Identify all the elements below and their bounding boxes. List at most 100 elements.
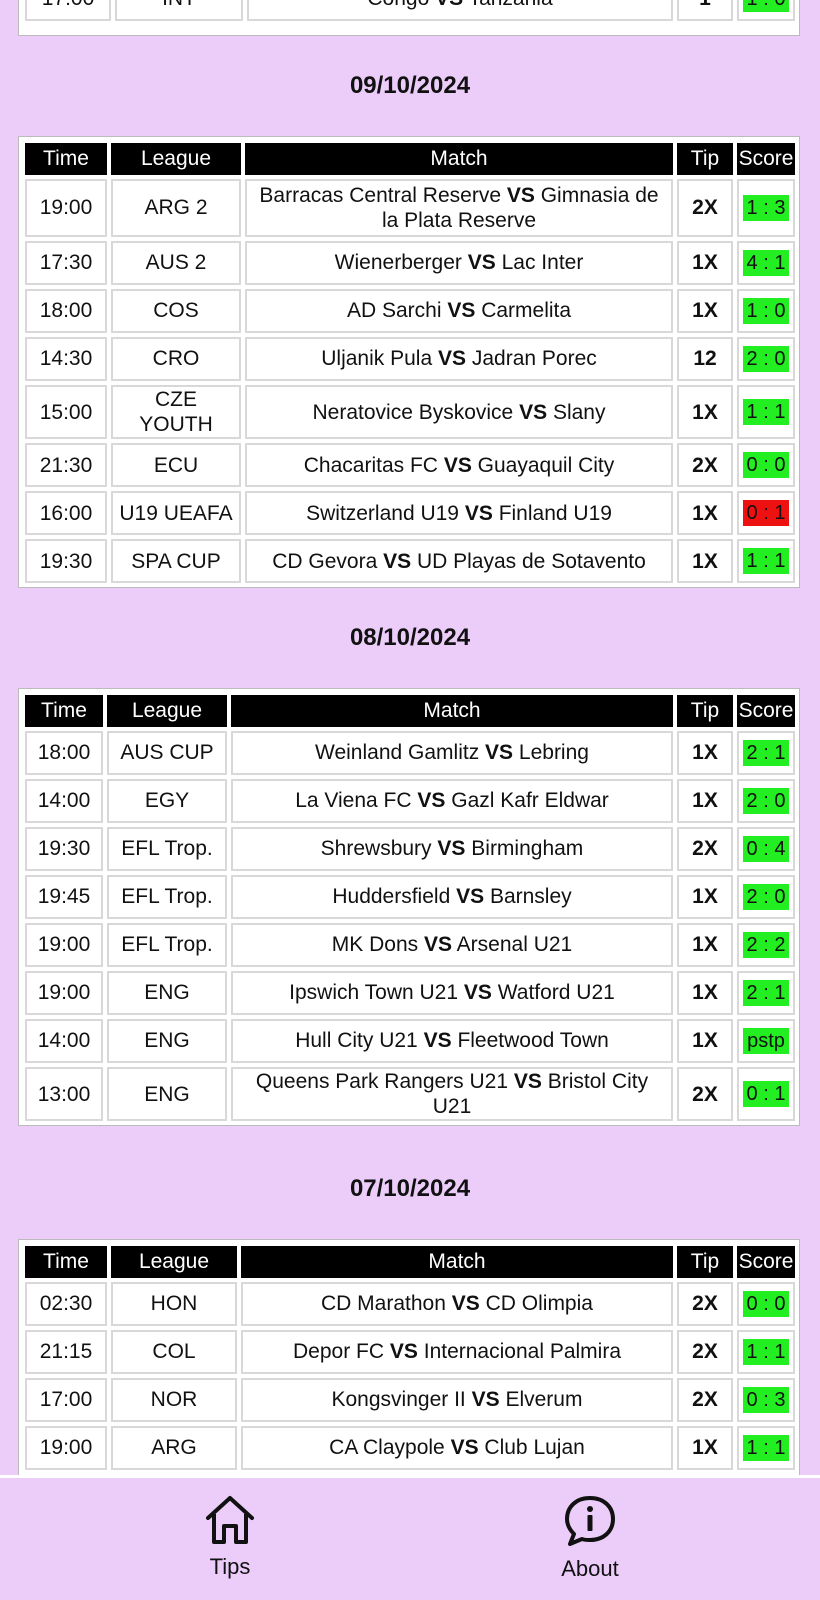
match-time: 14:00 [25,779,103,823]
match-tip: 1X [677,491,733,536]
tips-list[interactable]: 17:00INTCongo VS Tanzania11 : 0 09/10/20… [0,0,820,1475]
score-badge: 2 : 0 [742,788,790,814]
matches-table: 17:00INTCongo VS Tanzania11 : 0 [21,0,799,25]
match-time: 16:00 [25,491,107,536]
match-score: 0 : 0 [737,443,795,488]
match-league: EFL Trop. [107,923,227,967]
match-league: INT [115,0,243,21]
table-row: 19:00 EFL Trop. MK Dons VS Arsenal U21 1X 2 … [25,923,795,967]
nav-tips-button[interactable]: Tips [170,1494,290,1580]
match-time: 17:30 [25,241,107,285]
match-league: EFL Trop. [107,827,227,871]
match-teams: Congo VS Tanzania [247,0,673,21]
table-row: 17:00 NOR Kongsvinger II VS Elverum 2X 0 : 3 [25,1378,795,1422]
match-score: 1 : 0 [737,0,795,21]
score-badge: 2 : 1 [742,740,790,766]
match-league: ARG 2 [111,179,241,237]
vs-label: VS [447,299,476,323]
score-badge: 0 : 1 [742,1081,790,1108]
match-tip: 1X [677,385,733,440]
nav-about-label: About [561,1556,619,1581]
matches-table: Time League Match Tip Score 19:00 ARG 2 Barrac… [21,139,799,587]
score-badge: pstp [743,1028,789,1054]
match-teams: CD Marathon VS CD Olimpia [241,1282,673,1326]
score-badge: 1 : 0 [742,0,790,12]
score-badge: 1 : 1 [742,548,790,575]
away-team: UD Playas de Sotavento [416,549,646,573]
nav-tips-label: Tips [209,1554,251,1579]
match-league: NOR [111,1378,237,1422]
match-league: AUS 2 [111,241,241,285]
match-league: U19 UEAFA [111,491,241,536]
away-team: Club Lujan [484,1436,585,1460]
match-teams: Chacaritas FC VS Guayaquil City [245,443,673,488]
match-tip: 1X [677,1019,733,1063]
vs-label: VS [467,251,496,275]
match-teams: Ipswich Town U21 VS Watford U21 [231,971,673,1015]
home-team: AD Sarchi [346,299,442,323]
home-team: Kongsvinger II [331,1388,466,1412]
away-team: Tanzania [469,0,553,10]
match-league: HON [111,1282,237,1326]
match-league: COS [111,289,241,333]
vs-label: VS [417,789,446,813]
table-row: 13:00 ENG Queens Park Rangers U21 VS Brist… [25,1067,795,1122]
home-team: La Viena FC [295,789,412,813]
home-team: Switzerland U19 [306,501,459,525]
table-row: 14:00 EGY La Viena FC VS Gazl Kafr Eldwar 1… [25,779,795,823]
match-teams: Huddersfield VS Barnsley [231,875,673,919]
score-badge: 2 : 2 [742,932,790,958]
match-tip: 12 [677,337,733,381]
away-team: Finland U19 [498,501,612,525]
match-teams: Barracas Central Reserve VS Gimnasia de … [245,179,673,237]
score-badge: 1 : 0 [742,298,790,324]
vs-label: VS [485,741,514,765]
vs-label: VS [471,1388,500,1412]
vs-label: VS [383,549,412,573]
match-tip: 1 [677,0,733,21]
nav-about-button[interactable]: About [530,1494,650,1582]
table-row: 14:00 ENG Hull City U21 VS Fleetwood Town 1… [25,1019,795,1063]
match-score: 1 : 1 [737,539,795,584]
vs-label: VS [506,183,535,207]
table-row: 19:30 EFL Trop. Shrewsbury VS Birmingham 2X… [25,827,795,871]
match-teams: CD Gevora VS UD Playas de Sotavento [245,539,673,584]
match-tip: 2X [677,1067,733,1122]
match-time: 19:30 [25,539,107,584]
match-tip: 1X [677,779,733,823]
score-badge: 0 : 1 [742,500,790,527]
matches-table: Time League Match Tip Score 02:30 HON CD Marat… [21,1242,799,1474]
score-badge: 2 : 1 [742,980,790,1006]
match-league: ARG [111,1426,237,1470]
away-team: Lebring [518,741,589,765]
header-time: Time [25,1246,107,1278]
table-row: 18:00 AUS CUP Weinland Gamlitz VS Lebring 1… [25,731,795,775]
vs-label: VS [435,0,463,10]
away-team: Gazl Kafr Eldwar [451,789,609,813]
vs-label: VS [389,1340,418,1364]
vs-label: VS [513,1070,542,1093]
matches-table: Time League Match Tip Score 18:00 AUS CUP Wein… [21,691,799,1125]
table-row: 17:30 AUS 2 Wienerberger VS Lac Inter 1X 4 :… [25,241,795,285]
header-match: Match [241,1246,673,1278]
away-team: Jadran Porec [471,347,597,371]
match-score: 1 : 0 [737,289,795,333]
score-badge: 0 : 3 [742,1387,790,1413]
home-team: CD Marathon [321,1292,446,1316]
home-team: Queens Park Rangers U21 [255,1070,509,1093]
match-card: Time League Match Tip Score 18:00 AUS CUP Wein… [18,688,800,1127]
score-badge: 4 : 1 [742,250,790,276]
header-score: Score [737,143,795,175]
match-card: Time League Match Tip Score 19:00 ARG 2 Barrac… [18,136,800,589]
away-team: Arsenal U21 [456,933,573,957]
match-teams: MK Dons VS Arsenal U21 [231,923,673,967]
table-row: 19:30 SPA CUP CD Gevora VS UD Playas de So… [25,539,795,584]
match-league: ENG [107,971,227,1015]
table-row: 19:00 ARG 2 Barracas Central Reserve VS Gi… [25,179,795,237]
vs-label: VS [450,1436,479,1460]
match-time: 19:00 [25,971,103,1015]
match-tip: 1X [677,971,733,1015]
score-badge: 1 : 1 [742,1339,790,1365]
table-row: 02:30 HON CD Marathon VS CD Olimpia 2X 0 : 0 [25,1282,795,1326]
match-time: 19:30 [25,827,103,871]
